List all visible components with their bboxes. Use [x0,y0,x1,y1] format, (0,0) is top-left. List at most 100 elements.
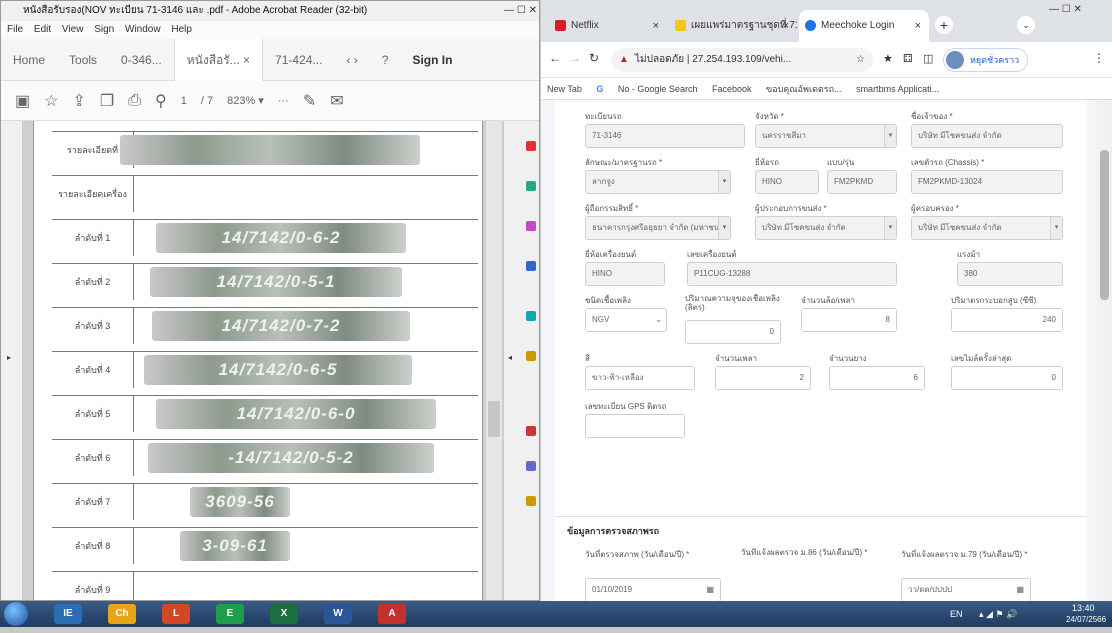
right-tools-panel[interactable]: ◂ [503,121,539,600]
hp-field[interactable]: 380 [957,262,1063,286]
tool-sign-icon[interactable] [526,426,536,436]
line-icon[interactable]: L [162,604,190,624]
tab-tools[interactable]: Tools [57,53,109,67]
tool-green-icon[interactable] [526,181,536,191]
tab-search-icon[interactable]: ⌄ [1017,16,1035,34]
bookmark-smartbms[interactable]: smartbms Applicati... [856,84,939,94]
start-button[interactable] [4,602,28,626]
menu-kebab-icon[interactable]: ⋮ [1093,51,1105,65]
tool-blue-icon[interactable] [526,261,536,271]
date1-field[interactable]: 01/10/2019 ▦ [585,578,721,601]
browser-tab-meechoke[interactable]: Meechoke Login × [799,10,929,42]
sign-pen-icon[interactable]: ✎ [303,91,316,111]
tab-doc-2[interactable]: หนังสือรั... × [173,38,264,81]
close-icon[interactable]: × [783,10,789,42]
tool-stamp-icon[interactable] [526,496,536,506]
zoom-search-icon[interactable]: ⚲ [155,91,167,111]
plate-field[interactable]: 71-3146 [585,124,745,148]
menu-view[interactable]: View [62,24,84,35]
type-select[interactable]: ลากจูง ▾ [585,170,731,194]
window-controls[interactable]: — ☐ ✕ [504,1,537,21]
close-icon[interactable]: × [243,53,250,67]
menu-help[interactable]: Help [171,24,192,35]
chassis-field[interactable]: FM2PKMD-13024 [911,170,1063,194]
count3-field[interactable]: 0 [951,366,1063,390]
tray-icons[interactable]: ▴ ◢ ⚑ 🔊 [979,609,1017,619]
close-icon[interactable]: × [653,10,659,42]
tab-scroll-arrows[interactable]: ‹ › [334,53,369,67]
count1-field[interactable]: 2 [715,366,811,390]
expand-left-icon[interactable]: ▸ [7,353,11,362]
operator-select[interactable]: บริษัท มีโชคขนส่ง จำกัด ▾ [755,216,897,240]
bookmark-star-icon[interactable]: ☆ [44,91,58,111]
color-field[interactable]: ขาว-ฟ้า-เหลือง [585,366,695,390]
tool-purple-icon[interactable] [526,221,536,231]
explorer-icon[interactable]: IE [54,604,82,624]
more-tools-button[interactable]: ··· [278,95,289,107]
owner-field[interactable]: บริษัท มีโชคขนส่ง จำกัด [911,124,1063,148]
bookmark-facebook[interactable]: Facebook [712,84,752,94]
window-controls[interactable]: — ☐ ✕ [1049,4,1082,15]
brand-field[interactable]: HINO [755,170,819,194]
omnibox[interactable]: ▲ ไม่ปลอดภัย | 27.254.193.109/vehi... ☆ [611,48,873,72]
axles-field[interactable]: 8 [801,308,897,332]
calendar-icon[interactable]: ▦ [706,579,714,601]
mail-icon[interactable]: ✉ [330,91,343,111]
fuel-select[interactable]: NGV ⌄ [585,308,667,332]
tank-field[interactable]: 0 [685,320,781,344]
calendar-icon[interactable]: ▦ [1016,579,1024,601]
puzzle-icon[interactable]: ⚃ [903,52,913,65]
possessor-select[interactable]: บริษัท มีโชคขนส่ง จำกัด ▾ [911,216,1063,240]
acrobat-icon[interactable]: A [378,604,406,624]
tab-doc-1[interactable]: 0-346... [109,53,174,67]
count2-field[interactable]: 6 [829,366,925,390]
chrome-icon[interactable]: Ch [108,604,136,624]
browser-tab-netflix[interactable]: Netflix × [549,10,667,42]
bookmark-update[interactable]: ขอบคุณอัพเดตรถ... [766,84,842,94]
cc-field[interactable]: 240 [951,308,1063,332]
tool-teal-icon[interactable] [526,311,536,321]
sign-in-button[interactable]: Sign In [400,53,464,67]
bookmark-google-search[interactable]: No - Google Search [618,84,698,94]
tab-doc-3[interactable]: 71-424... [263,53,334,67]
excel-icon[interactable]: E [216,604,244,624]
menu-file[interactable]: File [7,24,23,35]
tool-red-icon[interactable] [526,141,536,151]
forward-icon[interactable]: → [569,51,581,65]
page-scrollbar[interactable] [1097,100,1112,601]
engine-brand-field[interactable]: HINO [585,262,665,286]
google-icon[interactable]: G [596,84,603,94]
document-icon[interactable]: ❐ [100,91,114,111]
upload-icon[interactable]: ⇪ [72,91,85,111]
language-indicator[interactable]: EN [950,609,963,619]
scroll-thumb[interactable] [1100,150,1109,300]
help-icon[interactable]: ? [370,53,401,67]
owner2-select[interactable]: ธนาคารกรุงศรีอยุธยา จำกัด (มหาชน) ▾ [585,216,731,240]
menu-window[interactable]: Window [125,24,161,35]
model-field[interactable]: FM2PKMD [827,170,897,194]
province-select[interactable]: นครราชสีมา ▾ [755,124,897,148]
excel-2-icon[interactable]: X [270,604,298,624]
save-icon[interactable]: ▣ [15,91,30,111]
reload-icon[interactable]: ↻ [589,51,599,65]
tool-yellow-icon[interactable] [526,351,536,361]
gps-field[interactable] [585,414,685,438]
date3-field[interactable]: วว/ดด/ปปปป ▦ [901,578,1031,601]
tool-compare-icon[interactable] [526,461,536,471]
page-current[interactable]: 1 [181,95,187,107]
word-icon[interactable]: W [324,604,352,624]
bookmark-new-tab[interactable]: New Tab [547,84,582,94]
tab-home[interactable]: Home [1,53,57,67]
new-tab-button[interactable]: + [935,16,953,34]
engine-no-field[interactable]: P11CUG-13288 [687,262,897,286]
profile-chip[interactable]: หยุดชั่วคราว [943,48,1029,72]
left-nav-panel[interactable]: ▸ [1,121,23,600]
bookmark-star-icon[interactable]: ☆ [856,48,865,72]
menu-edit[interactable]: Edit [34,24,51,35]
scroll-thumb[interactable] [488,401,500,437]
sidepanel-icon[interactable]: ◫ [923,52,933,65]
menu-sign[interactable]: Sign [94,24,114,35]
zoom-select[interactable]: 823% ▾ [227,94,264,107]
expand-right-icon[interactable]: ◂ [508,353,512,362]
browser-tab-standard[interactable]: เผยแพร่มาตรฐานชุดที่ 71/...× [669,10,797,42]
